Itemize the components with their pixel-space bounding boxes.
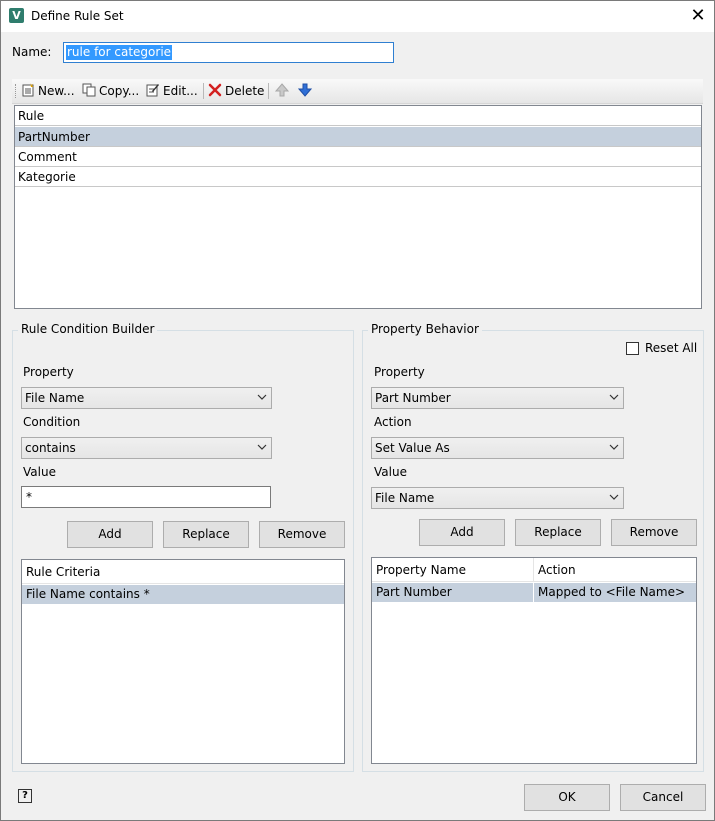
rule-criteria-header: Rule Criteria bbox=[22, 560, 344, 584]
pb-add-button[interactable]: Add bbox=[419, 519, 505, 546]
new-button-label: New... bbox=[38, 84, 75, 98]
new-document-icon bbox=[22, 83, 34, 97]
table-cell-property-name[interactable]: Part Number bbox=[372, 583, 534, 602]
title-bar: V Define Rule Set ✕ bbox=[1, 1, 714, 32]
rule-criteria-list[interactable]: Rule Criteria File Name contains * bbox=[21, 559, 345, 764]
reset-all-label: Reset All bbox=[645, 341, 698, 355]
name-input[interactable]: rule for categorie bbox=[63, 42, 394, 63]
cb-value-label: Value bbox=[23, 465, 56, 479]
pb-value-value: File Name bbox=[375, 491, 435, 505]
cb-condition-label: Condition bbox=[23, 415, 81, 429]
copy-button[interactable]: Copy... bbox=[82, 82, 139, 100]
cb-value-input[interactable]: * bbox=[21, 486, 271, 508]
window-title: Define Rule Set bbox=[31, 9, 124, 23]
cb-remove-button[interactable]: Remove bbox=[259, 521, 345, 548]
arrow-down-icon bbox=[298, 83, 312, 97]
copy-button-label: Copy... bbox=[99, 84, 140, 98]
delete-button-label: Delete bbox=[225, 84, 265, 98]
property-mapping-table[interactable]: Property Name Action Part Number Mapped … bbox=[371, 557, 697, 764]
pb-property-select[interactable]: Part Number bbox=[371, 387, 624, 409]
name-label: Name: bbox=[12, 45, 52, 59]
edit-icon bbox=[146, 84, 159, 97]
pb-remove-button[interactable]: Remove bbox=[611, 519, 697, 546]
pb-property-value: Part Number bbox=[375, 391, 451, 405]
cb-property-label: Property bbox=[23, 365, 74, 379]
ok-button[interactable]: OK bbox=[524, 784, 610, 811]
list-item[interactable]: Comment bbox=[15, 147, 701, 167]
toolbar-grip bbox=[15, 84, 17, 98]
pb-property-label: Property bbox=[374, 365, 425, 379]
delete-button[interactable]: Delete bbox=[208, 82, 264, 100]
name-input-value: rule for categorie bbox=[66, 45, 173, 60]
chevron-down-icon bbox=[257, 444, 267, 450]
list-item[interactable]: File Name contains * bbox=[22, 585, 344, 604]
edit-button-label: Edit... bbox=[163, 84, 198, 98]
chevron-down-icon bbox=[257, 394, 267, 400]
cb-property-value: File Name bbox=[25, 391, 85, 405]
pb-value-select[interactable]: File Name bbox=[371, 487, 624, 509]
column-header-property-name[interactable]: Property Name bbox=[372, 558, 534, 582]
move-down-button[interactable] bbox=[298, 82, 315, 100]
pb-action-value: Set Value As bbox=[375, 441, 450, 455]
column-header-action[interactable]: Action bbox=[534, 558, 696, 582]
rules-list-header: Rule bbox=[15, 106, 701, 126]
copy-icon bbox=[82, 83, 96, 97]
pb-action-label: Action bbox=[374, 415, 412, 429]
rules-toolbar: New... Copy... Edit... Delete bbox=[12, 79, 703, 104]
toolbar-separator bbox=[268, 83, 269, 99]
toolbar-separator bbox=[203, 83, 204, 99]
close-icon: ✕ bbox=[690, 5, 706, 26]
new-button[interactable]: New... bbox=[21, 82, 75, 100]
pb-action-select[interactable]: Set Value As bbox=[371, 437, 624, 459]
cb-condition-value: contains bbox=[25, 441, 76, 455]
chevron-down-icon bbox=[609, 494, 619, 500]
reset-all-checkbox[interactable] bbox=[626, 342, 639, 355]
chevron-down-icon bbox=[609, 394, 619, 400]
table-cell-action[interactable]: Mapped to <File Name> bbox=[534, 583, 696, 602]
cb-add-button[interactable]: Add bbox=[67, 521, 153, 548]
app-logo-icon: V bbox=[9, 8, 24, 23]
pb-replace-button[interactable]: Replace bbox=[515, 519, 601, 546]
pb-value-label: Value bbox=[374, 465, 407, 479]
edit-button[interactable]: Edit... bbox=[146, 82, 198, 100]
rules-list[interactable]: Rule PartNumber Comment Kategorie bbox=[14, 105, 702, 309]
move-up-button[interactable] bbox=[275, 82, 292, 100]
property-behavior-title: Property Behavior bbox=[368, 322, 482, 336]
define-rule-set-dialog: V Define Rule Set ✕ Name: rule for categ… bbox=[0, 0, 715, 821]
list-item[interactable]: PartNumber bbox=[15, 127, 701, 147]
cancel-button[interactable]: Cancel bbox=[620, 784, 706, 811]
rule-condition-builder-title: Rule Condition Builder bbox=[18, 322, 158, 336]
list-item[interactable]: Kategorie bbox=[15, 167, 701, 187]
cb-condition-select[interactable]: contains bbox=[21, 437, 272, 459]
arrow-up-icon bbox=[275, 83, 289, 97]
delete-x-icon bbox=[208, 83, 222, 97]
chevron-down-icon bbox=[609, 444, 619, 450]
close-button[interactable]: ✕ bbox=[687, 6, 709, 26]
cb-replace-button[interactable]: Replace bbox=[163, 521, 249, 548]
help-icon[interactable]: ? bbox=[18, 789, 32, 803]
cb-property-select[interactable]: File Name bbox=[21, 387, 272, 409]
